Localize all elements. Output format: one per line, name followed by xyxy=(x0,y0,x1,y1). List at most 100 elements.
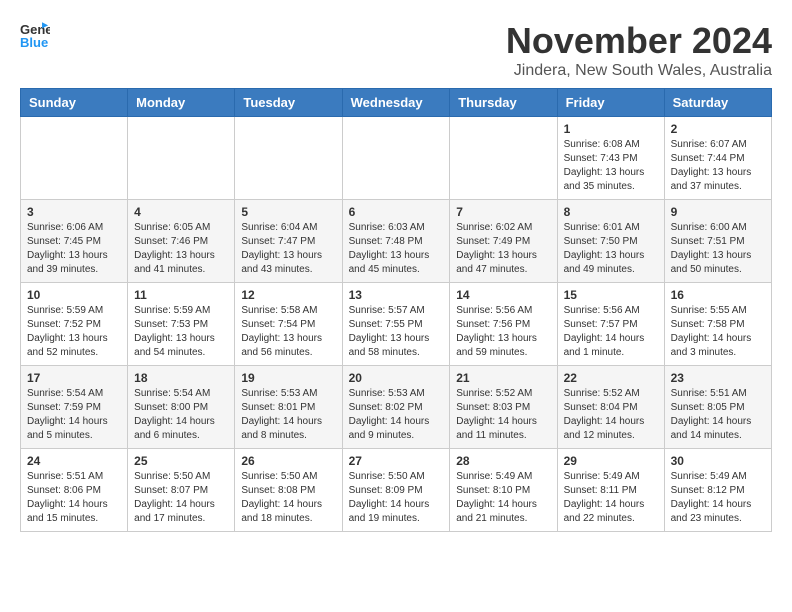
day-number: 3 xyxy=(27,205,121,219)
table-row: 15 Sunrise: 5:56 AM Sunset: 7:57 PM Dayli… xyxy=(557,283,664,366)
day-number: 22 xyxy=(564,371,658,385)
table-row: 5 Sunrise: 6:04 AM Sunset: 7:47 PM Daylig… xyxy=(235,200,342,283)
day-info: Sunrise: 5:51 AM Sunset: 8:06 PM Dayligh… xyxy=(27,470,121,526)
day-number: 11 xyxy=(134,288,228,302)
day-number: 21 xyxy=(456,371,550,385)
table-row: 17 Sunrise: 5:54 AM Sunset: 7:59 PM Dayli… xyxy=(21,366,128,449)
week-row-5: 24 Sunrise: 5:51 AM Sunset: 8:06 PM Dayli… xyxy=(21,449,772,532)
table-row: 11 Sunrise: 5:59 AM Sunset: 7:53 PM Dayli… xyxy=(128,283,235,366)
day-number: 5 xyxy=(241,205,335,219)
table-row xyxy=(450,117,557,200)
day-number: 10 xyxy=(27,288,121,302)
table-row: 25Sunrise: 5:50 AM Sunset: 8:07 PM Dayli… xyxy=(128,449,235,532)
day-number: 15 xyxy=(564,288,658,302)
day-info: Sunrise: 5:49 AM Sunset: 8:10 PM Dayligh… xyxy=(456,470,550,526)
day-number: 6 xyxy=(349,205,444,219)
table-row: 8 Sunrise: 6:01 AM Sunset: 7:50 PM Daylig… xyxy=(557,200,664,283)
day-info: Sunrise: 5:57 AM Sunset: 7:55 PM Dayligh… xyxy=(349,304,444,360)
day-info: Sunrise: 5:49 AM Sunset: 8:12 PM Dayligh… xyxy=(671,470,765,526)
day-info: Sunrise: 5:54 AM Sunset: 8:00 PM Dayligh… xyxy=(134,387,228,443)
day-number: 16 xyxy=(671,288,765,302)
day-number: 25 xyxy=(134,454,228,468)
day-number: 12 xyxy=(241,288,335,302)
day-info: Sunrise: 5:50 AM Sunset: 8:08 PM Dayligh… xyxy=(241,470,335,526)
day-number: 14 xyxy=(456,288,550,302)
table-row: 19 Sunrise: 5:53 AM Sunset: 8:01 PM Dayli… xyxy=(235,366,342,449)
calendar-header-row: Sunday Monday Tuesday Wednesday Thursday… xyxy=(21,89,772,117)
col-monday: Monday xyxy=(128,89,235,117)
col-tuesday: Tuesday xyxy=(235,89,342,117)
week-row-3: 10 Sunrise: 5:59 AM Sunset: 7:52 PM Dayli… xyxy=(21,283,772,366)
day-info: Sunrise: 5:55 AM Sunset: 7:58 PM Dayligh… xyxy=(671,304,765,360)
col-saturday: Saturday xyxy=(664,89,771,117)
table-row xyxy=(342,117,450,200)
table-row: 29Sunrise: 5:49 AM Sunset: 8:11 PM Dayli… xyxy=(557,449,664,532)
month-title: November 2024 xyxy=(506,20,772,62)
day-info: Sunrise: 5:56 AM Sunset: 7:56 PM Dayligh… xyxy=(456,304,550,360)
svg-text:Blue: Blue xyxy=(20,35,48,50)
day-info: Sunrise: 6:04 AM Sunset: 7:47 PM Dayligh… xyxy=(241,221,335,277)
col-sunday: Sunday xyxy=(21,89,128,117)
day-number: 4 xyxy=(134,205,228,219)
day-info: Sunrise: 6:01 AM Sunset: 7:50 PM Dayligh… xyxy=(564,221,658,277)
table-row: 13 Sunrise: 5:57 AM Sunset: 7:55 PM Dayli… xyxy=(342,283,450,366)
table-row: 30 Sunrise: 5:49 AM Sunset: 8:12 PM Dayli… xyxy=(664,449,771,532)
table-row: 20Sunrise: 5:53 AM Sunset: 8:02 PM Dayli… xyxy=(342,366,450,449)
day-number: 29 xyxy=(564,454,658,468)
table-row: 24 Sunrise: 5:51 AM Sunset: 8:06 PM Dayli… xyxy=(21,449,128,532)
calendar-table: Sunday Monday Tuesday Wednesday Thursday… xyxy=(20,88,772,532)
table-row: 18 Sunrise: 5:54 AM Sunset: 8:00 PM Dayli… xyxy=(128,366,235,449)
day-number: 20 xyxy=(349,371,444,385)
day-info: Sunrise: 6:08 AM Sunset: 7:43 PM Dayligh… xyxy=(564,138,658,194)
logo: General Blue xyxy=(20,20,52,50)
table-row: 2Sunrise: 6:07 AM Sunset: 7:44 PM Daylig… xyxy=(664,117,771,200)
day-info: Sunrise: 5:54 AM Sunset: 7:59 PM Dayligh… xyxy=(27,387,121,443)
table-row: 4 Sunrise: 6:05 AM Sunset: 7:46 PM Daylig… xyxy=(128,200,235,283)
week-row-1: 1 Sunrise: 6:08 AM Sunset: 7:43 PM Daylig… xyxy=(21,117,772,200)
table-row xyxy=(235,117,342,200)
day-number: 19 xyxy=(241,371,335,385)
day-number: 30 xyxy=(671,454,765,468)
table-row: 6 Sunrise: 6:03 AM Sunset: 7:48 PM Daylig… xyxy=(342,200,450,283)
table-row: 10 Sunrise: 5:59 AM Sunset: 7:52 PM Dayli… xyxy=(21,283,128,366)
day-info: Sunrise: 5:56 AM Sunset: 7:57 PM Dayligh… xyxy=(564,304,658,360)
day-number: 28 xyxy=(456,454,550,468)
week-row-2: 3Sunrise: 6:06 AM Sunset: 7:45 PM Daylig… xyxy=(21,200,772,283)
day-info: Sunrise: 6:07 AM Sunset: 7:44 PM Dayligh… xyxy=(671,138,765,194)
week-row-4: 17 Sunrise: 5:54 AM Sunset: 7:59 PM Dayli… xyxy=(21,366,772,449)
day-number: 13 xyxy=(349,288,444,302)
day-number: 18 xyxy=(134,371,228,385)
col-friday: Friday xyxy=(557,89,664,117)
day-number: 23 xyxy=(671,371,765,385)
table-row xyxy=(128,117,235,200)
table-row: 3Sunrise: 6:06 AM Sunset: 7:45 PM Daylig… xyxy=(21,200,128,283)
day-info: Sunrise: 6:00 AM Sunset: 7:51 PM Dayligh… xyxy=(671,221,765,277)
table-row xyxy=(21,117,128,200)
day-number: 17 xyxy=(27,371,121,385)
day-info: Sunrise: 6:02 AM Sunset: 7:49 PM Dayligh… xyxy=(456,221,550,277)
location-subtitle: Jindera, New South Wales, Australia xyxy=(506,62,772,80)
table-row: 12Sunrise: 5:58 AM Sunset: 7:54 PM Dayli… xyxy=(235,283,342,366)
table-row: 9 Sunrise: 6:00 AM Sunset: 7:51 PM Daylig… xyxy=(664,200,771,283)
page-header: General Blue November 2024 Jindera, New … xyxy=(20,20,772,80)
table-row: 26Sunrise: 5:50 AM Sunset: 8:08 PM Dayli… xyxy=(235,449,342,532)
table-row: 23Sunrise: 5:51 AM Sunset: 8:05 PM Dayli… xyxy=(664,366,771,449)
day-number: 1 xyxy=(564,122,658,136)
col-thursday: Thursday xyxy=(450,89,557,117)
day-number: 9 xyxy=(671,205,765,219)
day-info: Sunrise: 6:05 AM Sunset: 7:46 PM Dayligh… xyxy=(134,221,228,277)
table-row: 21Sunrise: 5:52 AM Sunset: 8:03 PM Dayli… xyxy=(450,366,557,449)
day-info: Sunrise: 5:50 AM Sunset: 8:09 PM Dayligh… xyxy=(349,470,444,526)
day-info: Sunrise: 5:59 AM Sunset: 7:52 PM Dayligh… xyxy=(27,304,121,360)
day-number: 27 xyxy=(349,454,444,468)
table-row: 22Sunrise: 5:52 AM Sunset: 8:04 PM Dayli… xyxy=(557,366,664,449)
logo-icon: General Blue xyxy=(20,20,50,50)
title-area: November 2024 Jindera, New South Wales, … xyxy=(506,20,772,80)
day-number: 8 xyxy=(564,205,658,219)
day-info: Sunrise: 6:03 AM Sunset: 7:48 PM Dayligh… xyxy=(349,221,444,277)
day-number: 24 xyxy=(27,454,121,468)
table-row: 16 Sunrise: 5:55 AM Sunset: 7:58 PM Dayli… xyxy=(664,283,771,366)
table-row: 28 Sunrise: 5:49 AM Sunset: 8:10 PM Dayli… xyxy=(450,449,557,532)
day-info: Sunrise: 5:59 AM Sunset: 7:53 PM Dayligh… xyxy=(134,304,228,360)
day-info: Sunrise: 5:53 AM Sunset: 8:01 PM Dayligh… xyxy=(241,387,335,443)
